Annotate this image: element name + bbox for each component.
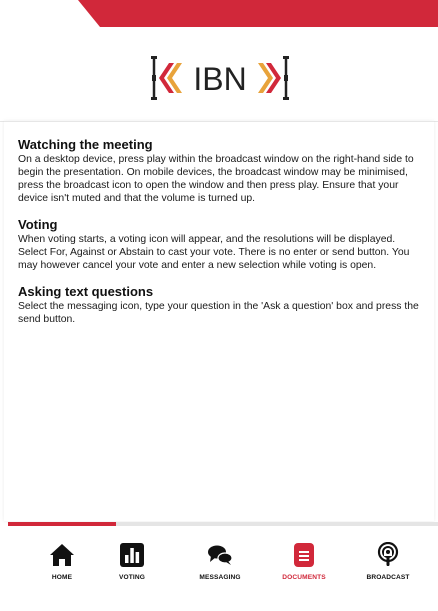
nav-broadcast[interactable]: BROADCAST (348, 542, 428, 581)
logo-text: IBN (193, 61, 246, 97)
section-heading: Asking text questions (18, 284, 154, 299)
nav-messaging[interactable]: MESSAGING (180, 542, 260, 581)
section-voting: Voting When voting starts, a voting icon… (18, 217, 422, 272)
home-icon (50, 544, 74, 566)
nav-documents[interactable]: DOCUMENTS (264, 542, 344, 581)
banner-red-band (78, 0, 438, 27)
podcast-icon (377, 542, 399, 566)
nav-home[interactable]: HOME (22, 542, 102, 581)
nav-voting[interactable]: VOTING (92, 542, 172, 581)
section-body: Select the messaging icon, type your que… (18, 301, 419, 325)
section-heading: Watching the meeting (18, 137, 153, 152)
section-heading: Voting (18, 217, 58, 232)
section-questions: Asking text questions Select the messagi… (18, 284, 422, 326)
header: IBN (0, 27, 438, 122)
bar-chart-icon (120, 543, 144, 567)
nav-label: MESSAGING (199, 574, 241, 581)
section-body: When voting starts, a voting icon will a… (18, 234, 410, 271)
chat-bubbles-icon (208, 545, 233, 565)
nav-label: BROADCAST (366, 574, 410, 581)
logo-left-ornament (151, 56, 182, 100)
top-banner (0, 0, 438, 27)
nav-label: DOCUMENTS (282, 574, 326, 581)
bottom-nav: HOME VOTING MESSAGING DOCUMENTS BROADCAS… (8, 526, 438, 611)
document-icon (294, 543, 314, 567)
logo-right-ornament (258, 56, 289, 100)
ibn-logo: IBN (151, 56, 289, 100)
nav-label: VOTING (119, 574, 145, 581)
section-body: On a desktop device, press play within t… (18, 154, 414, 204)
nav-label: HOME (51, 574, 73, 581)
section-watching: Watching the meeting On a desktop device… (18, 137, 422, 205)
instructions-content: Watching the meeting On a desktop device… (18, 137, 422, 338)
